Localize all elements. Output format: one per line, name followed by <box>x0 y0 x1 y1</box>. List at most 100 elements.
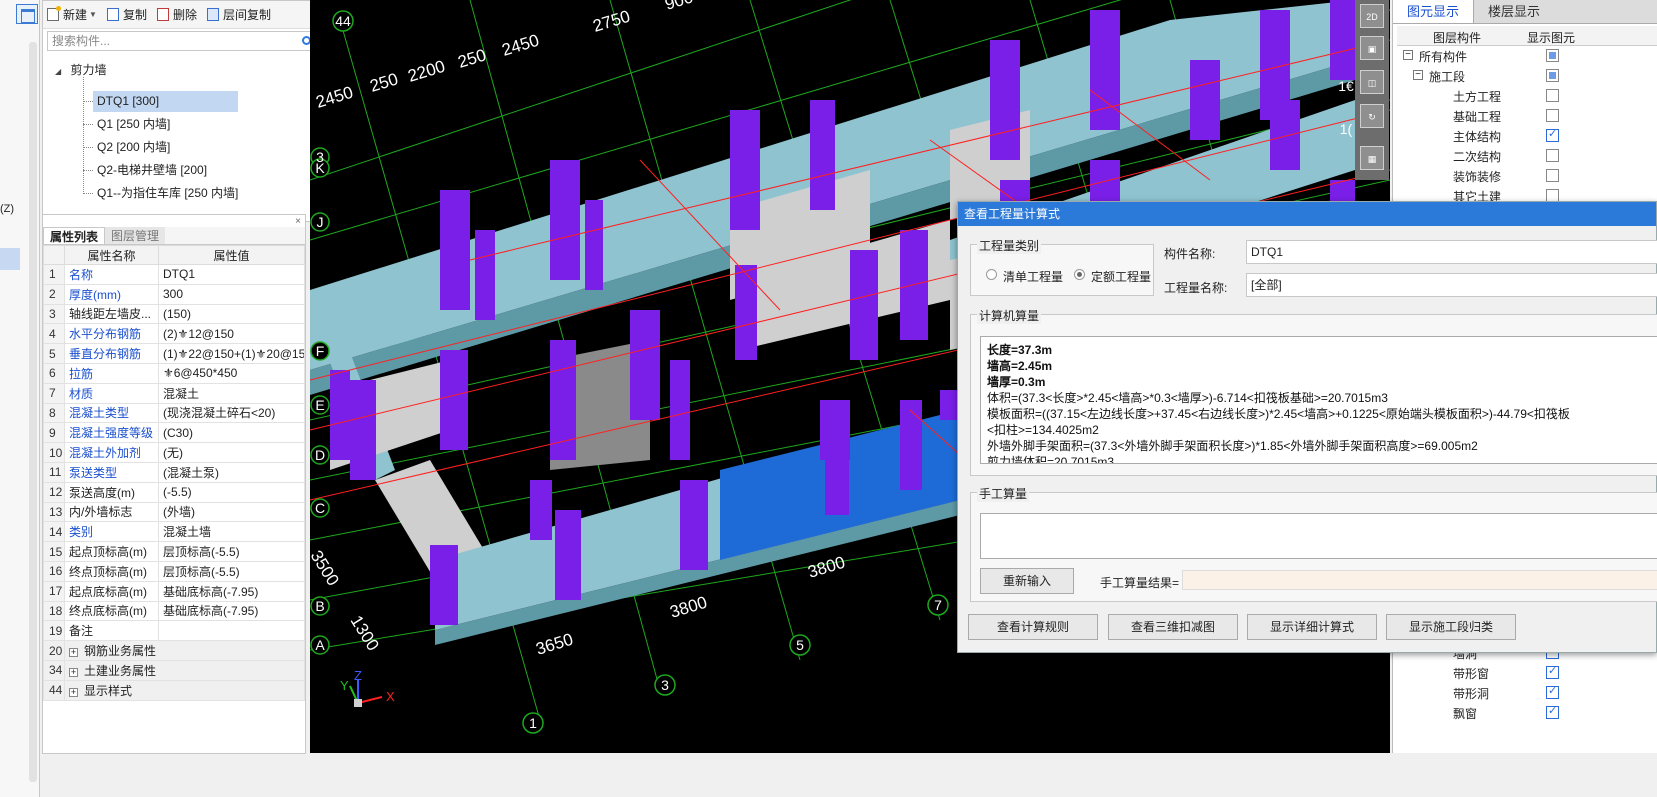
show-checkbox[interactable] <box>1546 684 1559 699</box>
show-checkbox[interactable] <box>1546 127 1559 142</box>
radio-list-quantity[interactable] <box>986 269 997 280</box>
attr-value[interactable]: (外墙) <box>158 501 305 523</box>
tree-item[interactable]: Q1 [250 内墙] <box>93 114 190 135</box>
view-calc-rules-button[interactable]: 查看计算规则 <box>968 614 1098 640</box>
strip-selected-item[interactable] <box>0 248 20 270</box>
property-row[interactable]: 3 轴线距左墙皮... (150) <box>43 303 305 325</box>
manual-result-field[interactable] <box>1182 570 1657 590</box>
property-row[interactable]: 19 备注 <box>43 620 305 642</box>
search-input[interactable] <box>52 34 292 48</box>
property-row[interactable]: 11 泵送类型 (混凝土泵) <box>43 461 305 483</box>
show-checkbox[interactable] <box>1546 169 1559 182</box>
close-icon[interactable]: × <box>295 216 301 227</box>
tab-floor-display[interactable]: 楼层显示 <box>1474 0 1554 23</box>
tree-item[interactable]: Q1--为指住车库 [250 内墙] <box>93 183 258 204</box>
layer-row[interactable]: 带形洞 <box>1397 683 1657 703</box>
property-row[interactable]: 17 起点底标高(m) 基础底标高(-7.95) <box>43 580 305 602</box>
layer-row[interactable]: 基础工程 <box>1397 106 1657 126</box>
view-3d-deduction-button[interactable]: 查看三维扣减图 <box>1108 614 1238 640</box>
manual-calc-input[interactable] <box>980 513 1657 559</box>
group-label[interactable]: + 钢筋业务属性 <box>64 640 305 661</box>
show-detail-formula-button[interactable]: 显示详细计算式 <box>1247 614 1377 640</box>
property-row[interactable]: 4 水平分布钢筋 (2)⚜12@150 <box>43 323 305 345</box>
tree-item[interactable]: Q2 [200 内墙] <box>93 137 190 158</box>
property-row[interactable]: 13 内/外墙标志 (外墙) <box>43 501 305 523</box>
attr-value[interactable]: 300 <box>158 283 305 305</box>
expand-plus-icon[interactable]: + <box>69 687 78 697</box>
property-row[interactable]: 15 起点顶标高(m) 层顶标高(-5.5) <box>43 541 305 562</box>
view-3d-cube-icon[interactable]: ▣ <box>1360 36 1384 60</box>
property-row[interactable]: 9 混凝土强度等级 (C30) <box>43 422 305 444</box>
attr-value[interactable]: 层顶标高(-5.5) <box>158 541 305 562</box>
show-segment-classify-button[interactable]: 显示施工段归类 <box>1386 614 1516 640</box>
grid-view-icon[interactable]: ▦ <box>1360 146 1384 170</box>
attr-value[interactable]: 混凝土墙 <box>158 521 305 543</box>
show-checkbox[interactable] <box>1546 49 1559 62</box>
tab-element-display[interactable]: 图元显示 <box>1393 0 1475 23</box>
strip-scrollbar[interactable] <box>29 42 37 782</box>
group-label[interactable]: + 显示样式 <box>64 679 305 701</box>
property-row[interactable]: 1 名称 DTQ1 <box>43 264 305 285</box>
attr-value[interactable]: ⚜6@450*450 <box>158 362 305 384</box>
show-checkbox[interactable] <box>1546 109 1559 122</box>
tree-root[interactable]: ◢ 剪力墙 <box>55 61 107 78</box>
attr-value[interactable]: 层顶标高(-5.5) <box>158 560 305 582</box>
attr-value[interactable]: (C30) <box>158 422 305 444</box>
layer-row[interactable]: 土方工程 <box>1397 86 1657 106</box>
property-row[interactable]: 8 混凝土类型 (现浇混凝土碎石<20) <box>43 402 305 424</box>
property-row[interactable]: 16 终点顶标高(m) 层顶标高(-5.5) <box>43 560 305 582</box>
show-checkbox[interactable] <box>1546 664 1559 679</box>
show-checkbox[interactable] <box>1546 89 1559 102</box>
calc-formula-text[interactable]: 长度=37.3m 墙高=2.45m 墙厚=0.3m 体积=(37.3<长度>*2… <box>980 336 1657 464</box>
property-row[interactable]: 5 垂直分布钢筋 (1)⚜22@150+(1)⚜20@150 <box>43 343 305 364</box>
attr-value[interactable]: (2)⚜12@150 <box>158 323 305 345</box>
floor-copy-button[interactable]: 层间复制 <box>206 6 271 23</box>
panel-layout-icon[interactable] <box>16 4 38 24</box>
show-checkbox[interactable] <box>1546 149 1559 162</box>
view-2d-button[interactable]: 2D <box>1360 4 1384 28</box>
new-button[interactable]: 新建 ▼ <box>47 6 97 23</box>
attr-value[interactable]: (150) <box>158 303 305 325</box>
radio-quota-quantity[interactable] <box>1074 269 1085 280</box>
delete-button[interactable]: 删除 <box>156 6 197 23</box>
collapse-minus-icon[interactable]: − <box>1403 50 1413 60</box>
layer-row[interactable]: 主体结构 <box>1397 126 1657 146</box>
layer-row[interactable]: 飘窗 <box>1397 703 1657 723</box>
layer-row[interactable]: − 所有构件 <box>1397 46 1657 66</box>
expand-plus-icon[interactable]: + <box>69 667 78 677</box>
group-label[interactable]: + 土建业务属性 <box>64 659 305 681</box>
property-row[interactable]: 18 终点底标高(m) 基础底标高(-7.95) <box>43 600 305 622</box>
rotate-icon[interactable]: ↻ <box>1360 104 1384 128</box>
attr-value[interactable]: (混凝土泵) <box>158 461 305 483</box>
caret-down-icon[interactable]: ▼ <box>89 10 97 19</box>
expand-plus-icon[interactable]: + <box>69 648 78 658</box>
tab-property-list[interactable]: 属性列表 <box>43 227 106 244</box>
attr-value[interactable]: (-5.5) <box>158 481 305 503</box>
layer-row[interactable]: 带形窗 <box>1397 663 1657 683</box>
tree-item-selected[interactable]: DTQ1 [300] <box>93 91 238 112</box>
attr-value[interactable]: 混凝土 <box>158 382 305 404</box>
show-checkbox[interactable] <box>1546 704 1559 719</box>
property-group-row[interactable]: 34 + 土建业务属性 <box>43 659 305 681</box>
property-row[interactable]: 12 泵送高度(m) (-5.5) <box>43 481 305 503</box>
layer-row[interactable]: 装饰装修 <box>1397 166 1657 186</box>
property-row[interactable]: 14 类别 混凝土墙 <box>43 521 305 543</box>
attr-value[interactable]: DTQ1 <box>158 264 305 285</box>
tree-expand-icon[interactable]: ◢ <box>55 67 61 76</box>
property-row[interactable]: 2 厚度(mm) 300 <box>43 283 305 305</box>
tree-item[interactable]: Q2-电梯井壁墙 [200] <box>93 160 227 181</box>
attr-value[interactable]: (无) <box>158 442 305 463</box>
component-name-field[interactable]: DTQ1 <box>1246 240 1657 264</box>
attr-value[interactable]: (1)⚜22@150+(1)⚜20@150 <box>158 343 305 364</box>
tab-layer-management[interactable]: 图层管理 <box>105 227 166 244</box>
copy-button[interactable]: 复制 <box>106 6 147 23</box>
property-row[interactable]: 10 混凝土外加剂 (无) <box>43 442 305 463</box>
property-row[interactable]: 7 材质 混凝土 <box>43 382 305 404</box>
quantity-name-select[interactable]: [全部] <box>1246 273 1657 297</box>
attr-value[interactable] <box>158 620 305 642</box>
layer-row[interactable]: 二次结构 <box>1397 146 1657 166</box>
show-checkbox[interactable] <box>1546 69 1559 82</box>
collapse-minus-icon[interactable]: − <box>1413 70 1423 80</box>
property-row[interactable]: 6 拉筋 ⚜6@450*450 <box>43 362 305 384</box>
attr-value[interactable]: (现浇混凝土碎石<20) <box>158 402 305 424</box>
